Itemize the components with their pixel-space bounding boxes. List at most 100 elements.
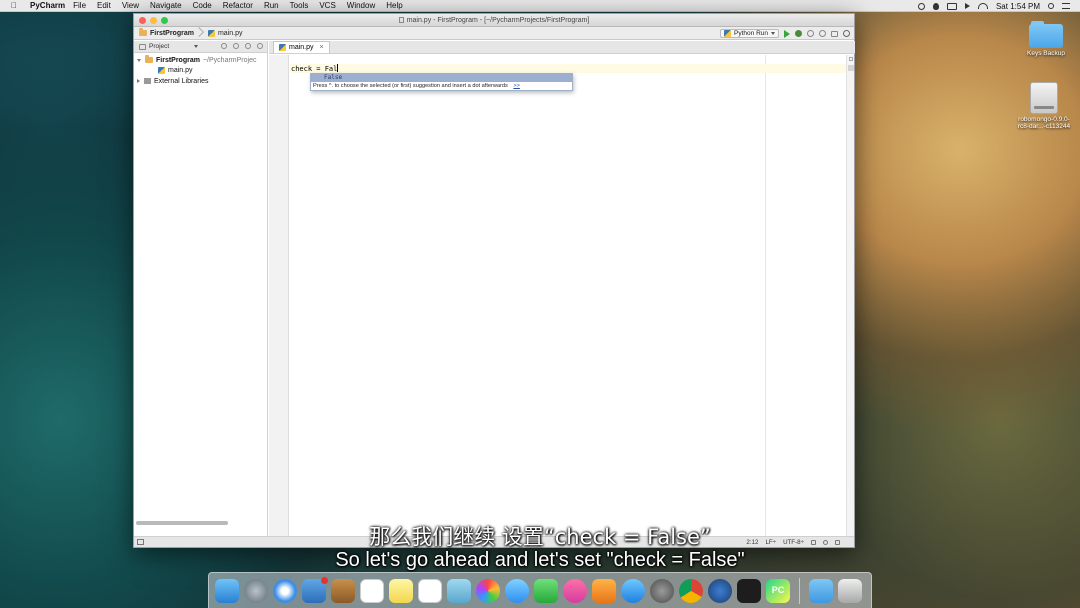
- menu-app-name[interactable]: PyCharm: [30, 1, 65, 10]
- stop-icon[interactable]: [831, 30, 838, 37]
- tree-item-main-py[interactable]: main.py: [134, 66, 267, 77]
- launchpad-icon[interactable]: [244, 578, 268, 603]
- preview-icon[interactable]: [447, 578, 471, 603]
- safari-icon[interactable]: [273, 578, 297, 603]
- breadcrumb-project-label: FirstProgram: [150, 29, 194, 37]
- spotlight-icon[interactable]: [1048, 3, 1054, 9]
- subtitle-english: So let's go ahead and let's set "check =…: [335, 549, 745, 571]
- debug-icon[interactable]: [795, 30, 802, 37]
- run-configuration-dropdown[interactable]: Python Run: [720, 29, 779, 38]
- ibooks-icon[interactable]: [592, 578, 616, 603]
- inspection-status-icon[interactable]: [849, 57, 853, 61]
- breadcrumb-separator: [197, 27, 203, 40]
- apple-status-icon[interactable]: [932, 2, 939, 10]
- run-icon[interactable]: [784, 29, 790, 38]
- tree-root-path: ~/PycharmProjec: [202, 56, 257, 64]
- menu-code[interactable]: Code: [193, 1, 212, 10]
- finder-icon[interactable]: [215, 578, 239, 603]
- tab-main-py[interactable]: main.py ×: [273, 41, 330, 53]
- tree-libraries-label: External Libraries: [154, 77, 209, 85]
- desktop-folder[interactable]: Keys Backup: [1018, 21, 1074, 57]
- coverage-icon[interactable]: [807, 30, 814, 37]
- editor-vertical-scrollbar[interactable]: [846, 55, 854, 537]
- app-store-icon[interactable]: [621, 578, 645, 603]
- wifi-icon[interactable]: [977, 3, 988, 9]
- expand-arrow-icon[interactable]: [137, 79, 140, 84]
- calendar-icon[interactable]: [360, 578, 384, 603]
- completion-suggestion[interactable]: False: [311, 74, 572, 82]
- menu-file[interactable]: File: [73, 1, 86, 10]
- menu-run[interactable]: Run: [264, 1, 279, 10]
- mail-icon[interactable]: [302, 576, 328, 603]
- collapse-all-icon[interactable]: [233, 43, 239, 49]
- hide-panel-icon[interactable]: [257, 43, 263, 49]
- search-everywhere-icon[interactable]: [843, 30, 850, 37]
- disk-image-icon: [1030, 82, 1058, 114]
- quicktime-icon[interactable]: [708, 578, 732, 603]
- python-file-icon: [158, 67, 165, 75]
- trash-icon[interactable]: [838, 578, 862, 603]
- project-tree: FirstProgram ~/PycharmProjec main.py Ext…: [134, 53, 267, 87]
- pycharm-window: main.py - FirstProgram - [~/PycharmProje…: [133, 13, 855, 548]
- photos-icon[interactable]: [476, 578, 500, 603]
- tab-label: main.py: [289, 44, 314, 51]
- downloads-folder-icon[interactable]: [809, 578, 833, 603]
- python-file-icon: [207, 29, 215, 37]
- contacts-icon[interactable]: [331, 578, 355, 603]
- menu-edit[interactable]: Edit: [97, 1, 111, 10]
- chevron-down-icon: [771, 32, 775, 35]
- gear-icon[interactable]: [245, 43, 251, 49]
- menu-tools[interactable]: Tools: [290, 1, 309, 10]
- menu-window[interactable]: Window: [347, 1, 375, 10]
- zoom-window-button[interactable]: [161, 17, 168, 24]
- tree-item-root[interactable]: FirstProgram ~/PycharmProjec: [134, 55, 267, 66]
- expand-arrow-icon[interactable]: [137, 58, 141, 62]
- project-tool-window: Project FirstProgram ~/PycharmProjec mai…: [134, 41, 268, 537]
- menu-view[interactable]: View: [122, 1, 139, 10]
- dock-separator: [799, 577, 800, 604]
- close-window-button[interactable]: [139, 17, 146, 24]
- tree-file-label: main.py: [168, 67, 193, 75]
- display-icon[interactable]: [946, 2, 957, 10]
- facetime-icon[interactable]: [534, 578, 558, 603]
- reminders-icon[interactable]: [418, 578, 442, 603]
- project-view-icon: [139, 43, 146, 50]
- folder-icon: [1029, 21, 1063, 48]
- menu-help[interactable]: Help: [386, 1, 402, 10]
- toolbar-right: Python Run: [720, 27, 850, 40]
- menubar-clock[interactable]: Sat 1:54 PM: [996, 2, 1040, 11]
- close-icon[interactable]: ×: [320, 44, 324, 51]
- notification-center-icon[interactable]: [1062, 3, 1070, 9]
- breadcrumb-project[interactable]: FirstProgram: [134, 27, 197, 40]
- menu-vcs[interactable]: VCS: [319, 1, 335, 10]
- system-preferences-icon[interactable]: [650, 578, 674, 603]
- volume-icon[interactable]: [964, 3, 970, 9]
- chrome-icon[interactable]: [679, 578, 703, 603]
- notes-icon[interactable]: [389, 578, 413, 603]
- profile-icon[interactable]: [819, 30, 826, 37]
- record-icon[interactable]: [917, 2, 925, 10]
- itunes-icon[interactable]: [563, 578, 587, 603]
- scroll-from-source-icon[interactable]: [221, 43, 227, 49]
- project-header-label: Project: [149, 43, 170, 50]
- code-editor[interactable]: [290, 55, 852, 537]
- window-titlebar[interactable]: main.py - FirstProgram - [~/PycharmProje…: [134, 14, 854, 27]
- terminal-icon[interactable]: [737, 578, 761, 603]
- completion-hint: Press ^. to choose the selected (or firs…: [311, 82, 572, 91]
- desktop-disk-image[interactable]: robomongo-0.9.0- rc8-dar...-c113244: [1010, 82, 1078, 130]
- minimize-window-button[interactable]: [150, 17, 157, 24]
- project-view-selector[interactable]: Project: [134, 41, 267, 53]
- right-margin-guide: [765, 55, 766, 537]
- tree-item-external-libraries[interactable]: External Libraries: [134, 76, 267, 87]
- completion-hint-link[interactable]: >>: [513, 83, 520, 89]
- chevron-down-icon: [194, 45, 199, 48]
- menu-refactor[interactable]: Refactor: [223, 1, 253, 10]
- editor-gutter[interactable]: [269, 55, 289, 537]
- menubar-status-area: Sat 1:54 PM: [917, 0, 1070, 12]
- breadcrumb-file[interactable]: main.py: [203, 27, 246, 40]
- messages-icon[interactable]: [505, 578, 529, 603]
- apple-menu-icon[interactable]: : [8, 1, 20, 10]
- pycharm-dock-icon[interactable]: PC: [766, 578, 790, 603]
- completion-hint-text: Press ^. to choose the selected (or firs…: [313, 83, 508, 89]
- menu-navigate[interactable]: Navigate: [150, 1, 182, 10]
